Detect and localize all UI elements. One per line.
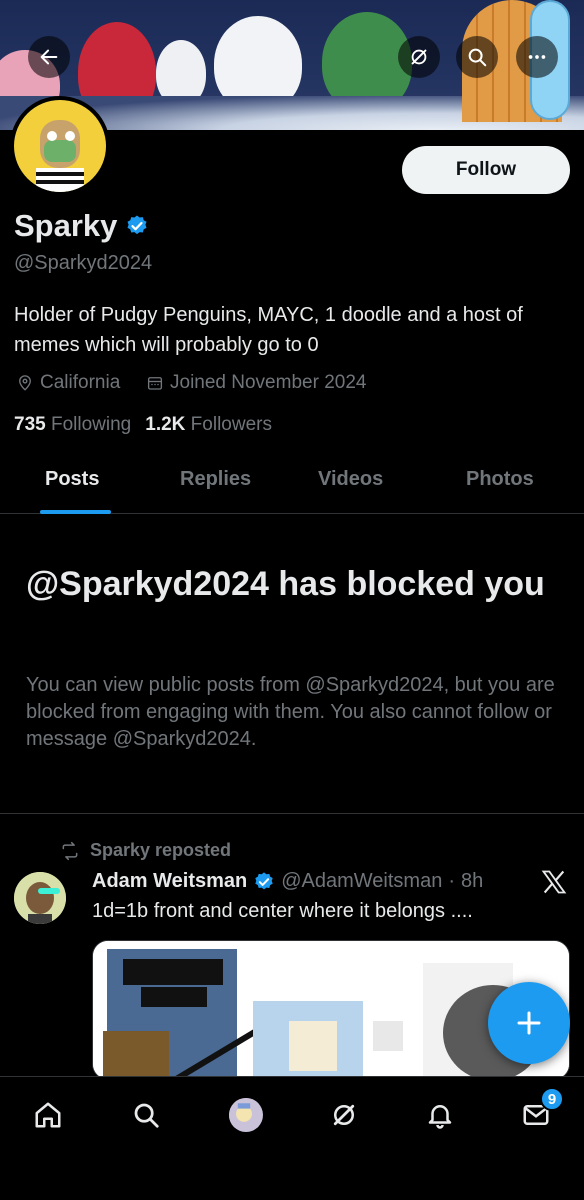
location-pin-icon [19,375,31,391]
repost-label: Sparky reposted [90,840,232,860]
post-author-avatar[interactable] [14,872,66,924]
bottom-navigation: 9 [0,1076,584,1200]
tab-replies[interactable]: Replies [180,468,251,491]
nav-home[interactable] [26,1093,70,1137]
nav-notifications[interactable] [418,1093,462,1137]
post-author-handle[interactable]: @AdamWeitsman [281,870,442,893]
follow-button[interactable]: Follow [402,146,570,194]
profile-tabs: Posts Replies Videos Photos [0,456,584,514]
ape-avatar-image [36,120,84,192]
tab-videos[interactable]: Videos [318,468,383,491]
post-time[interactable]: 8h [461,870,483,893]
arrow-left-icon [40,49,58,65]
tab-photos[interactable]: Photos [466,468,534,491]
following-label: Following [50,414,132,435]
verified-badge-icon [255,871,273,889]
joined-text: Joined November 2024 [170,372,367,393]
post-separator: · [448,870,455,892]
home-icon [35,1102,61,1128]
community-avatar-image [229,1098,259,1128]
profile-avatar[interactable] [10,96,110,196]
repost-indicator: Sparky reposted [60,840,231,861]
following-count: 735 [14,414,46,435]
blocked-title: @Sparkyd2024 has blocked you [26,565,545,603]
calendar-icon [147,377,163,390]
search-icon [468,48,487,67]
post-header: Adam Weitsman @AdamWeitsman · 8h [92,870,483,893]
active-tab-indicator [40,510,111,514]
tab-posts[interactable]: Posts [45,468,99,491]
repost-icon [62,841,78,860]
nav-communities[interactable] [224,1093,268,1137]
plus-icon [517,1011,541,1035]
profile-location: California [16,372,120,394]
profile-name-text: Sparky [14,208,118,243]
profile-handle: @Sparkyd2024 [14,252,153,274]
nav-messages[interactable]: 9 [514,1087,564,1137]
followers-label: Followers [190,414,272,435]
followers-count: 1.2K [145,414,186,435]
profile-bio: Holder of Pudgy Penguins, MAYC, 1 doodle… [14,304,523,356]
search-icon [134,1103,159,1128]
verified-badge-icon[interactable] [125,214,149,238]
post-author-name[interactable]: Adam Weitsman [92,870,247,893]
more-button[interactable] [516,36,558,78]
followers-link[interactable]: 1.2K Followers [145,414,272,436]
search-button[interactable] [456,36,498,78]
notifications-icon [428,1105,452,1129]
location-text: California [40,372,121,393]
ape-avatar-image [14,872,66,924]
back-button[interactable] [28,36,70,78]
profile-name: Sparky [14,208,149,244]
nav-grok[interactable] [322,1093,366,1137]
messages-badge: 9 [540,1087,564,1111]
grok-button[interactable] [398,36,440,78]
post-text: 1d=1b front and center where it belongs … [92,900,473,922]
following-link[interactable]: 735 Following [14,414,131,436]
x-logo-icon [541,870,567,894]
communities-avatar [229,1098,263,1132]
blocked-body: You can view public posts from @Sparkyd2… [26,674,555,750]
compose-button[interactable] [488,982,570,1064]
follow-counts: 735 Following 1.2K Followers [14,414,272,436]
nav-search[interactable] [124,1093,168,1137]
grok-icon [411,49,427,65]
section-divider [0,813,584,814]
profile-joined: Joined November 2024 [146,372,366,394]
more-horizontal-icon [528,55,546,59]
grok-icon [333,1104,355,1126]
